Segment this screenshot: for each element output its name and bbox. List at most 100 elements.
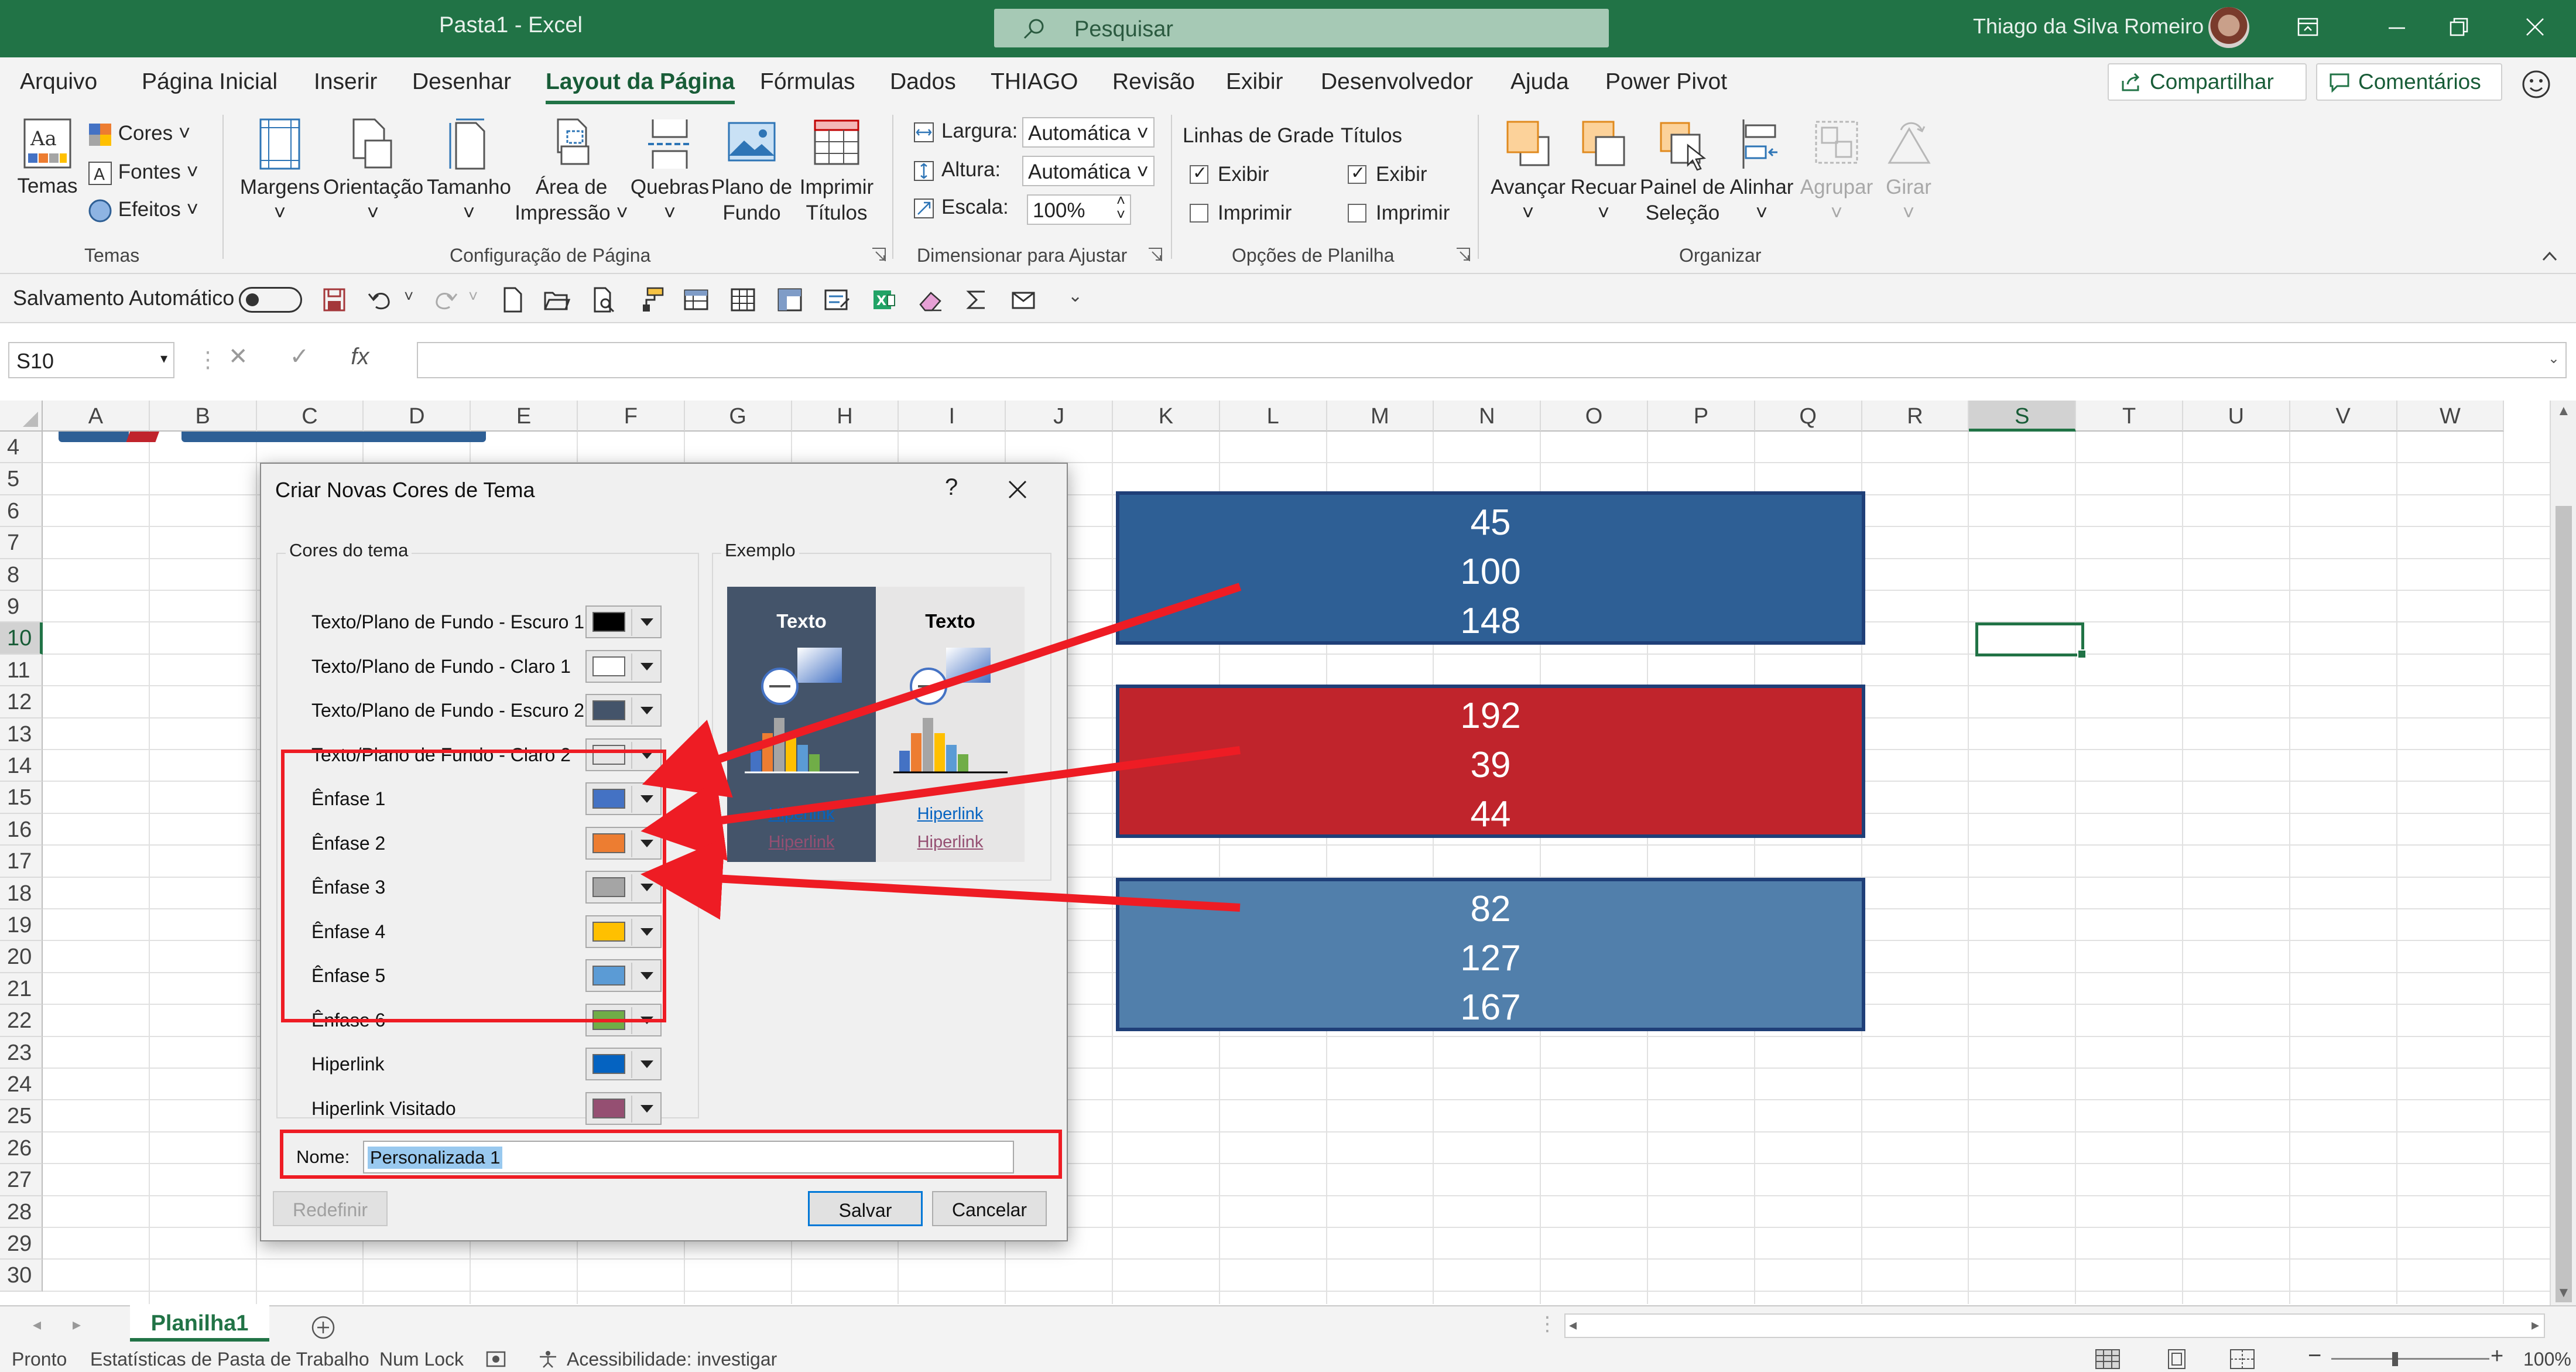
tab-exibir[interactable]: Exibir bbox=[1226, 69, 1283, 95]
column-header-f[interactable]: F bbox=[578, 401, 685, 432]
headings-print-checkbox[interactable] bbox=[1348, 204, 1366, 223]
area-impressao-button[interactable]: Área de Impressão ˅ bbox=[513, 117, 630, 226]
theme-color-picker[interactable] bbox=[585, 605, 662, 638]
autosave-toggle[interactable] bbox=[239, 287, 302, 313]
freeze-panes-icon[interactable] bbox=[776, 287, 803, 313]
undo-icon[interactable] bbox=[366, 287, 393, 313]
column-header-s[interactable]: S bbox=[1969, 401, 2077, 432]
page-break-view-icon[interactable] bbox=[2229, 1349, 2255, 1370]
add-sheet-icon[interactable] bbox=[310, 1315, 336, 1340]
scroll-right-icon[interactable]: ▸ bbox=[2532, 1316, 2539, 1334]
row-header-16[interactable]: 16 bbox=[0, 813, 43, 846]
row-header-18[interactable]: 18 bbox=[0, 877, 43, 909]
form-icon[interactable] bbox=[823, 287, 850, 313]
zoom-slider-thumb[interactable] bbox=[2392, 1352, 2398, 1366]
sheet-tab-planilha1[interactable]: Planilha1 bbox=[130, 1305, 269, 1342]
alinhar-button[interactable]: Alinhar ˅ bbox=[1724, 117, 1800, 226]
row-header-11[interactable]: 11 bbox=[0, 654, 43, 687]
tab-pagina-inicial[interactable]: Página Inicial bbox=[142, 69, 278, 95]
row-header-17[interactable]: 17 bbox=[0, 846, 43, 878]
cores-button[interactable]: Cores ˅ bbox=[88, 122, 190, 147]
largura-combo[interactable]: Automática ˅ bbox=[1022, 117, 1155, 148]
column-header-v[interactable]: V bbox=[2290, 401, 2397, 432]
orientacao-button[interactable]: Orientação ˅ bbox=[323, 117, 423, 226]
format-painter-icon[interactable] bbox=[637, 287, 664, 313]
search-box[interactable]: Pesquisar bbox=[994, 9, 1609, 47]
email-icon[interactable] bbox=[1010, 287, 1037, 313]
zoom-in-icon[interactable]: + bbox=[2491, 1344, 2503, 1369]
temas-button[interactable]: Aa Temas bbox=[15, 117, 80, 199]
gridlines-view-checkbox[interactable] bbox=[1190, 163, 1208, 184]
headings-view-checkbox[interactable] bbox=[1348, 163, 1366, 184]
row-header-14[interactable]: 14 bbox=[0, 750, 43, 782]
imprimir-titulos-button[interactable]: Imprimir Títulos bbox=[794, 117, 879, 226]
enter-formula-icon[interactable]: ✓ bbox=[290, 344, 310, 369]
scroll-left-icon[interactable]: ◂ bbox=[1569, 1316, 1577, 1334]
agrupar-button[interactable]: Agrupar ˅ bbox=[1799, 117, 1875, 226]
row-header-28[interactable]: 28 bbox=[0, 1196, 43, 1228]
cancel-formula-icon[interactable]: ✕ bbox=[228, 344, 248, 369]
tab-layout-da-pagina[interactable]: Layout da Página bbox=[546, 69, 735, 104]
girar-button[interactable]: Girar ˅ bbox=[1873, 117, 1944, 226]
expand-formula-icon[interactable]: ⌄ bbox=[2548, 350, 2560, 367]
theme-color-picker[interactable] bbox=[585, 1092, 662, 1125]
minimize-icon[interactable] bbox=[2379, 12, 2414, 45]
spinner-arrows-icon[interactable]: ˄ ˅ bbox=[1116, 193, 1125, 222]
print-preview-icon[interactable] bbox=[590, 287, 617, 313]
emoji-feedback-icon[interactable] bbox=[2520, 68, 2553, 101]
row-header-23[interactable]: 23 bbox=[0, 1036, 43, 1069]
row-header-8[interactable]: 8 bbox=[0, 559, 43, 591]
row-header-10[interactable]: 10 bbox=[0, 622, 43, 655]
row-header-13[interactable]: 13 bbox=[0, 718, 43, 750]
horizontal-scrollbar[interactable]: ◂ ▸ bbox=[1564, 1313, 2545, 1338]
theme-color-picker[interactable] bbox=[585, 1048, 662, 1080]
page-layout-view-icon[interactable] bbox=[2164, 1349, 2190, 1370]
column-header-n[interactable]: N bbox=[1434, 401, 1542, 432]
ribbon-display-icon[interactable] bbox=[2290, 12, 2325, 45]
dialog-close-icon[interactable] bbox=[1005, 477, 1030, 502]
tamanho-button[interactable]: Tamanho ˅ bbox=[425, 117, 513, 226]
dialog-launcher-icon[interactable] bbox=[1147, 247, 1163, 262]
row-header-15[interactable]: 15 bbox=[0, 782, 43, 814]
avancar-button[interactable]: Avançar ˅ bbox=[1487, 117, 1569, 226]
column-header-t[interactable]: T bbox=[2076, 401, 2183, 432]
vertical-scrollbar[interactable]: ▲ ▼ bbox=[2550, 401, 2576, 1305]
column-header-e[interactable]: E bbox=[471, 401, 578, 432]
new-file-icon[interactable] bbox=[499, 287, 526, 313]
gridlines-print-checkbox[interactable] bbox=[1190, 204, 1208, 223]
workbook-statistics[interactable]: Estatísticas de Pasta de Trabalho bbox=[90, 1349, 369, 1370]
zoom-out-icon[interactable]: − bbox=[2308, 1343, 2321, 1369]
redo-dropdown-icon[interactable]: ˅ bbox=[468, 287, 478, 306]
altura-combo[interactable]: Automática ˅ bbox=[1022, 156, 1155, 186]
tab-inserir[interactable]: Inserir bbox=[314, 69, 377, 95]
row-header-29[interactable]: 29 bbox=[0, 1228, 43, 1260]
column-header-l[interactable]: L bbox=[1220, 401, 1327, 432]
column-header-r[interactable]: R bbox=[1862, 401, 1969, 432]
grid-icon[interactable] bbox=[729, 287, 756, 313]
active-cell[interactable] bbox=[1975, 622, 2087, 659]
quebras-button[interactable]: Quebras ˅ bbox=[629, 117, 711, 226]
collapse-ribbon-icon[interactable] bbox=[2541, 249, 2558, 264]
row-header-7[interactable]: 7 bbox=[0, 527, 43, 559]
normal-view-icon[interactable] bbox=[2095, 1349, 2121, 1370]
tab-desenvolvedor[interactable]: Desenvolvedor bbox=[1321, 69, 1473, 95]
column-header-k[interactable]: K bbox=[1113, 401, 1220, 432]
dialog-launcher-icon[interactable] bbox=[871, 247, 886, 262]
help-icon[interactable]: ? bbox=[945, 474, 958, 501]
row-header-27[interactable]: 27 bbox=[0, 1164, 43, 1196]
column-header-b[interactable]: B bbox=[149, 401, 257, 432]
row-header-5[interactable]: 5 bbox=[0, 463, 43, 495]
row-header-12[interactable]: 12 bbox=[0, 686, 43, 718]
column-header-a[interactable]: A bbox=[43, 401, 150, 432]
insert-function-icon[interactable]: fx bbox=[351, 344, 369, 369]
autosum-icon[interactable] bbox=[964, 287, 991, 313]
next-sheet-icon[interactable]: ▸ bbox=[73, 1315, 81, 1334]
margens-button[interactable]: Margens ˅ bbox=[239, 117, 321, 226]
tab-ajuda[interactable]: Ajuda bbox=[1510, 69, 1569, 95]
zoom-level[interactable]: 100% bbox=[2523, 1349, 2571, 1370]
open-folder-icon[interactable] bbox=[543, 287, 570, 313]
tab-arquivo[interactable]: Arquivo bbox=[20, 69, 97, 95]
redo-icon[interactable] bbox=[432, 287, 459, 313]
color-box-blue[interactable]: 45 100 148 bbox=[1116, 491, 1865, 645]
scroll-thumb[interactable] bbox=[2556, 506, 2572, 1302]
